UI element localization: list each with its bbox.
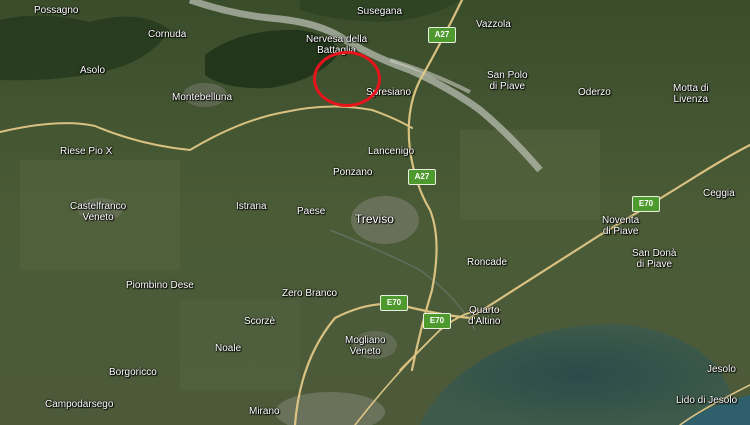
place-zero-branco[interactable]: Zero Branco xyxy=(282,288,337,299)
place-san-polo[interactable]: San Polo di Piave xyxy=(487,70,528,92)
place-lancenigo[interactable]: Lancenigo xyxy=(368,146,414,157)
place-paese[interactable]: Paese xyxy=(297,206,325,217)
place-jesolo[interactable]: Jesolo xyxy=(707,364,736,375)
place-asolo[interactable]: Asolo xyxy=(80,65,105,76)
highway-shield-e70-west: E70 xyxy=(380,295,408,311)
place-montebelluna[interactable]: Montebelluna xyxy=(172,92,232,103)
farmland-patch xyxy=(460,130,600,220)
highway-shield-a27-south: A27 xyxy=(408,169,436,185)
place-susegana[interactable]: Susegana xyxy=(357,6,402,17)
place-noventa[interactable]: Noventa di Piave xyxy=(602,215,639,237)
place-borgoricco[interactable]: Borgoricco xyxy=(109,367,157,378)
highway-shield-e70-east: E70 xyxy=(632,196,660,212)
place-scorze[interactable]: Scorzè xyxy=(244,316,275,327)
place-noale[interactable]: Noale xyxy=(215,343,241,354)
place-mirano[interactable]: Mirano xyxy=(249,406,280,417)
place-campodarsego[interactable]: Campodarsego xyxy=(45,399,113,410)
place-san-dona[interactable]: San Donà di Piave xyxy=(632,248,676,270)
place-vazzola[interactable]: Vazzola xyxy=(476,19,511,30)
place-quarto[interactable]: Quarto d'Altino xyxy=(468,305,501,327)
place-ceggia[interactable]: Ceggia xyxy=(703,188,735,199)
place-motta[interactable]: Motta di Livenza xyxy=(673,83,709,105)
place-cornuda[interactable]: Cornuda xyxy=(148,29,186,40)
place-roncade[interactable]: Roncade xyxy=(467,257,507,268)
place-treviso[interactable]: Treviso xyxy=(355,213,394,226)
satellite-map[interactable]: Possagno Susegana Vazzola Cornuda Nerves… xyxy=(0,0,750,425)
highway-shield-e70-center: E70 xyxy=(423,313,451,329)
place-ponzano[interactable]: Ponzano xyxy=(333,167,372,178)
place-oderzo[interactable]: Oderzo xyxy=(578,87,611,98)
place-lido[interactable]: Lido di Jesolo xyxy=(676,395,737,406)
place-mogliano[interactable]: Mogliano Veneto xyxy=(345,335,386,357)
place-riese[interactable]: Riese Pio X xyxy=(60,146,112,157)
highway-shield-a27-north: A27 xyxy=(428,27,456,43)
place-istrana[interactable]: Istrana xyxy=(236,201,267,212)
highlight-circle-marker xyxy=(313,51,381,107)
place-possagno[interactable]: Possagno xyxy=(34,5,78,16)
place-castelfranco[interactable]: Castelfranco Veneto xyxy=(70,201,126,223)
place-piombino[interactable]: Piombino Dese xyxy=(126,280,194,291)
